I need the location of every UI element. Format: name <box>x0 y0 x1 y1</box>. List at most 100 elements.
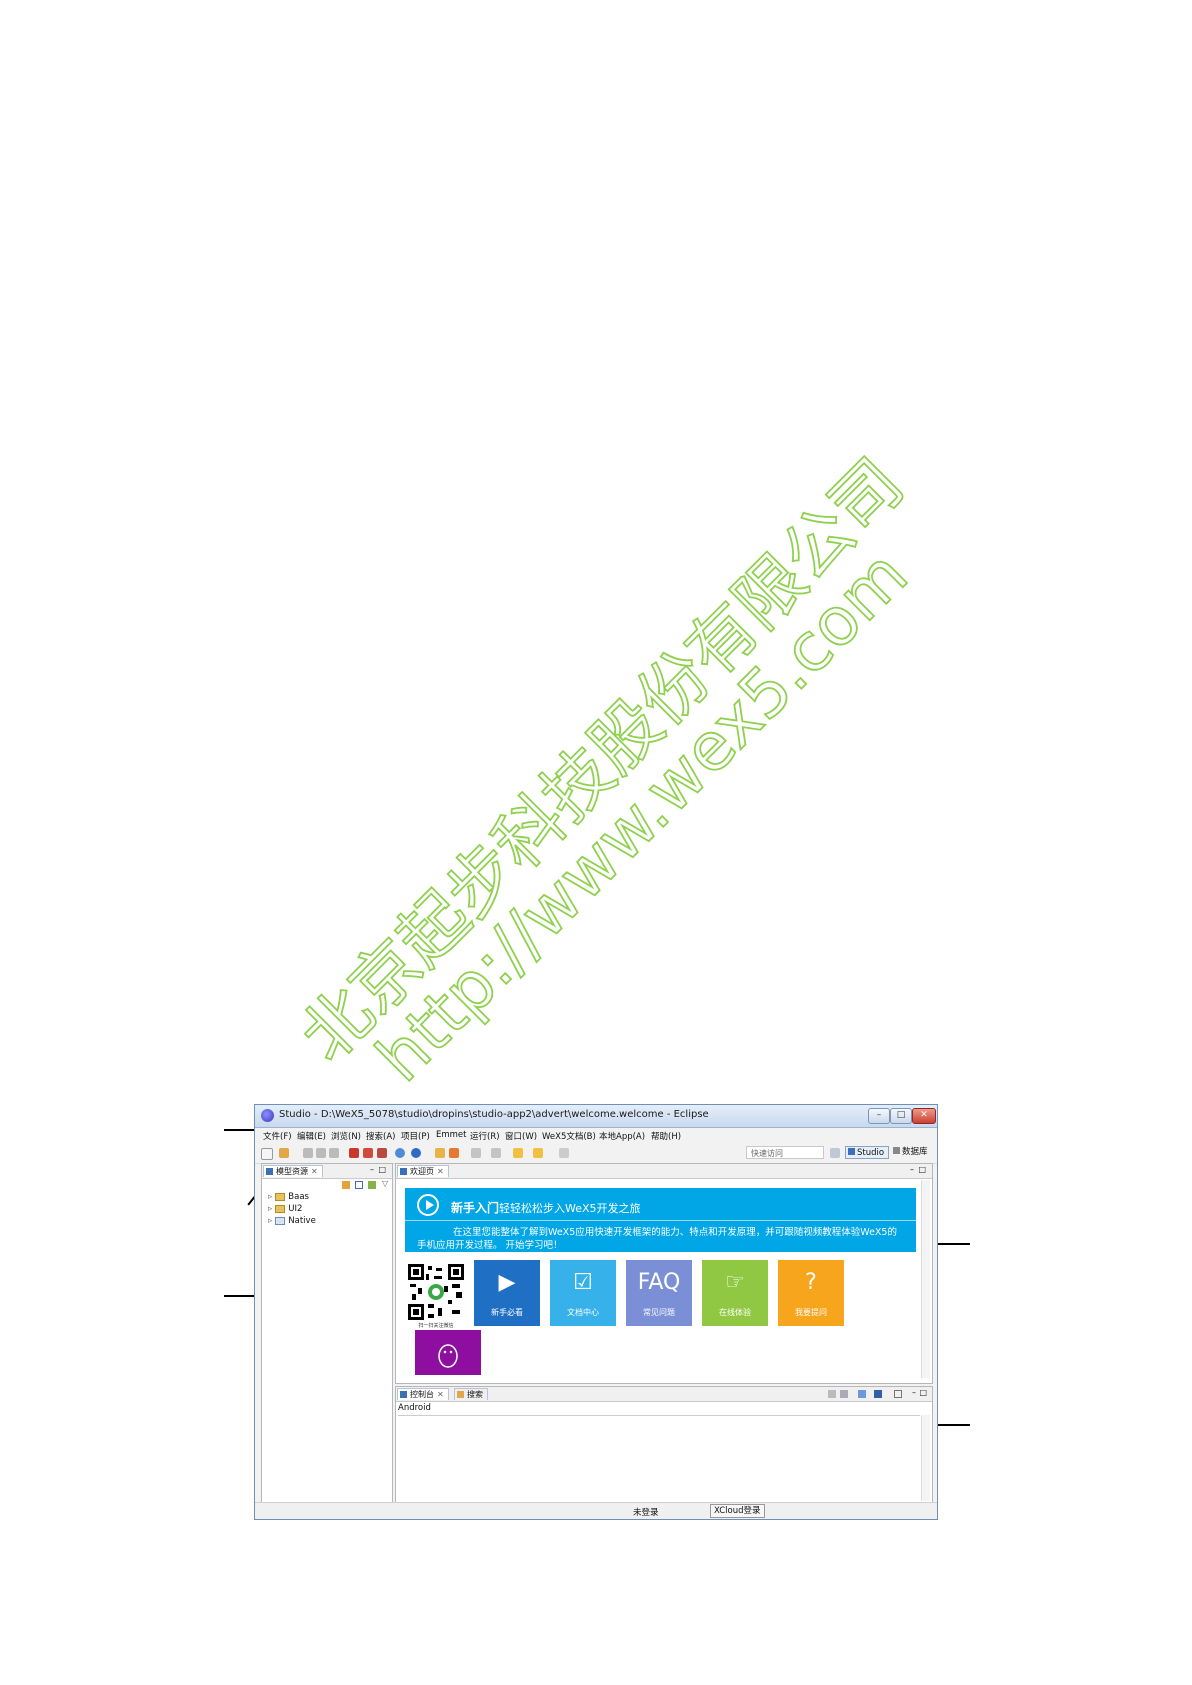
menu-bar: 文件(F) 编辑(E) 浏览(N) 搜索(A) 项目(P) Emmet 运行(R… <box>255 1128 937 1143</box>
link-editor-icon[interactable] <box>342 1181 350 1189</box>
perspective-database-button[interactable]: 数据库 <box>893 1146 935 1159</box>
expand-icon[interactable]: ▹ <box>268 1216 272 1226</box>
tab-model-resources[interactable]: 模型资源 ✕ <box>263 1165 323 1177</box>
expand-icon[interactable]: ▹ <box>268 1204 272 1214</box>
back-icon[interactable] <box>513 1148 523 1158</box>
filter-icon[interactable] <box>368 1181 376 1189</box>
play-icon: ▶ <box>498 1270 516 1295</box>
tools-icon[interactable] <box>449 1148 459 1158</box>
forward-icon[interactable] <box>533 1148 543 1158</box>
tile-label: 文档中心 <box>567 1308 599 1317</box>
tab-welcome[interactable]: 欢迎页 ✕ <box>397 1165 449 1177</box>
debug-icon[interactable] <box>363 1148 373 1158</box>
maximize-view-icon[interactable]: □ <box>919 1388 927 1397</box>
minimize-view-icon[interactable]: – <box>370 1165 374 1174</box>
tile-faq[interactable]: FAQ 常见问题 <box>626 1260 692 1326</box>
open-folder-icon[interactable] <box>435 1148 445 1158</box>
next-annotation-icon[interactable] <box>491 1148 501 1158</box>
studio-perspective-icon <box>848 1148 855 1155</box>
menu-project[interactable]: 项目(P) <box>401 1130 430 1142</box>
display-console-icon[interactable] <box>874 1390 882 1398</box>
menu-help[interactable]: 帮助(H) <box>651 1130 681 1142</box>
expand-icon[interactable]: ▹ <box>268 1192 272 1202</box>
tile-docs[interactable]: ☑ 文档中心 <box>550 1260 616 1326</box>
search-icon[interactable] <box>411 1148 421 1158</box>
console-panel: 控制台 ✕ 搜索 – □ Android <box>395 1386 933 1509</box>
save-all-icon[interactable] <box>316 1148 326 1158</box>
collapse-all-icon[interactable] <box>355 1181 363 1189</box>
menu-search[interactable]: 搜索(A) <box>366 1130 395 1142</box>
menu-edit[interactable]: 编辑(E) <box>297 1130 326 1142</box>
tab-welcome-label: 欢迎页 <box>410 1167 434 1176</box>
studio-perspective-label: Studio <box>857 1148 885 1158</box>
new-icon[interactable] <box>261 1148 273 1160</box>
editor-scrollbar[interactable] <box>921 1180 930 1378</box>
toolbar: 快速访问 Studio 数据库 <box>255 1143 937 1164</box>
menu-navigate[interactable]: 浏览(N) <box>331 1130 361 1142</box>
open-console-icon[interactable] <box>894 1390 902 1398</box>
print-icon[interactable] <box>329 1148 339 1158</box>
open-perspective-icon[interactable] <box>830 1148 840 1158</box>
maximize-view-icon[interactable]: □ <box>918 1165 926 1174</box>
window-title: Studio - D:\WeX5_5078\studio\dropins\stu… <box>279 1109 709 1120</box>
menu-file[interactable]: 文件(F) <box>263 1130 292 1142</box>
banner-divider <box>405 1220 916 1221</box>
quick-access-input[interactable]: 快速访问 <box>746 1146 824 1159</box>
tree-item-baas[interactable]: ▹ Baas <box>268 1192 309 1202</box>
left-tabstrip: 模型资源 ✕ – □ <box>262 1164 392 1179</box>
getting-started-banner[interactable]: 新手入门 轻轻松松步入WeX5开发之旅 在这里您能整体了解到WeX5应用快速开发… <box>405 1188 916 1252</box>
build-icon[interactable] <box>349 1148 359 1158</box>
question-icon: ? <box>805 1270 817 1295</box>
scroll-lock-icon[interactable] <box>840 1390 848 1398</box>
close-icon[interactable]: ✕ <box>437 1167 444 1176</box>
menu-local-app[interactable]: 本地App(A) <box>599 1130 645 1142</box>
tree-item-label: Baas <box>288 1192 309 1202</box>
close-button[interactable]: ✕ <box>912 1108 936 1124</box>
tile-qq[interactable] <box>415 1330 481 1375</box>
pin-console-icon[interactable] <box>858 1390 866 1398</box>
ide-window: Studio - D:\WeX5_5078\studio\dropins\stu… <box>254 1104 938 1520</box>
clear-console-icon[interactable] <box>828 1390 836 1398</box>
tile-label: 在线体验 <box>719 1308 751 1317</box>
view-menu-icon[interactable]: ▽ <box>382 1179 388 1188</box>
console-tabstrip: 控制台 ✕ 搜索 – □ <box>396 1387 932 1402</box>
editor-tabstrip: 欢迎页 ✕ – □ <box>396 1164 932 1179</box>
qq-penguin-icon <box>438 1344 458 1368</box>
maximize-view-icon[interactable]: □ <box>378 1165 386 1174</box>
console-output[interactable] <box>398 1415 920 1502</box>
deploy-icon[interactable] <box>377 1148 387 1158</box>
tile-beginner[interactable]: ▶ 新手必看 <box>474 1260 540 1326</box>
tab-welcome-icon <box>400 1168 407 1175</box>
close-icon[interactable]: ✕ <box>437 1390 444 1399</box>
tab-search[interactable]: 搜索 <box>454 1388 488 1400</box>
xcloud-login-button[interactable]: XCloud登录 <box>710 1504 765 1518</box>
minimize-view-icon[interactable]: – <box>912 1388 916 1397</box>
tree-item-label: Native <box>288 1216 316 1226</box>
search-icon <box>457 1391 464 1398</box>
tile-ask-question[interactable]: ? 我要提问 <box>778 1260 844 1326</box>
console-scrollbar[interactable] <box>921 1415 930 1501</box>
tree-item-native[interactable]: ▹ Native <box>268 1216 316 1226</box>
tab-console[interactable]: 控制台 ✕ <box>397 1388 449 1400</box>
run-icon[interactable] <box>395 1148 405 1158</box>
menu-run[interactable]: 运行(R) <box>470 1130 500 1142</box>
tile-online-trial[interactable]: ☞ 在线体验 <box>702 1260 768 1326</box>
menu-wex5-docs[interactable]: WeX5文档(B) <box>542 1130 596 1142</box>
close-icon[interactable]: ✕ <box>311 1167 318 1176</box>
maximize-button[interactable]: □ <box>890 1108 912 1124</box>
minimize-view-icon[interactable]: – <box>910 1165 914 1174</box>
pin-icon[interactable] <box>559 1148 569 1158</box>
menu-window[interactable]: 窗口(W) <box>505 1130 537 1142</box>
perspective-studio-button[interactable]: Studio <box>845 1146 889 1159</box>
database-icon <box>893 1147 900 1154</box>
watermark-url: http://www.wex5.com <box>362 536 922 1096</box>
qr-caption: 扫一扫关注微信 <box>418 1323 454 1329</box>
faq-icon: FAQ <box>637 1270 681 1295</box>
save-icon[interactable] <box>303 1148 313 1158</box>
menu-emmet[interactable]: Emmet <box>436 1130 467 1140</box>
minimize-button[interactable]: – <box>868 1108 890 1124</box>
tree-item-ui2[interactable]: ▹ UI2 <box>268 1204 302 1214</box>
annotation-icon[interactable] <box>471 1148 481 1158</box>
folder-icon <box>275 1192 286 1201</box>
new-project-icon[interactable] <box>279 1148 289 1158</box>
